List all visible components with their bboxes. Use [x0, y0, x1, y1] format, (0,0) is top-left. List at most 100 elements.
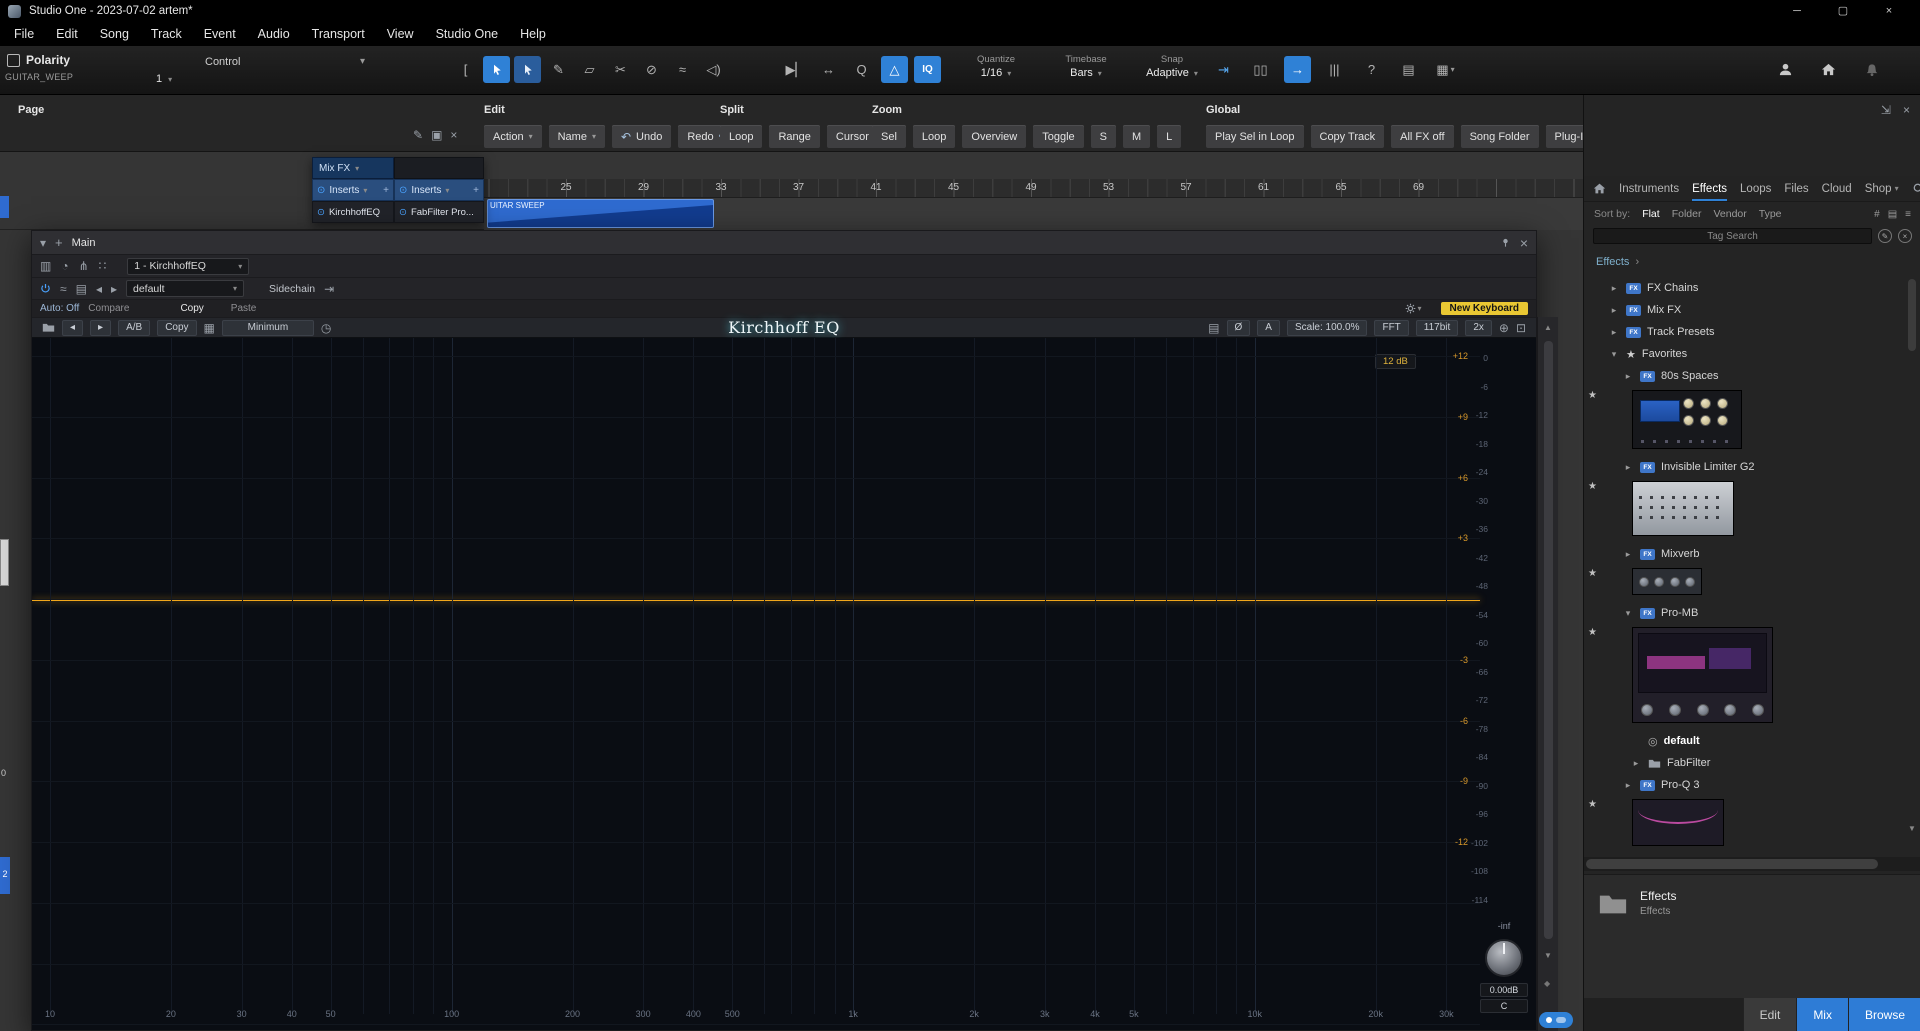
help-icon[interactable]: ? [1358, 56, 1385, 83]
play-sel-in-loop-button[interactable]: Play Sel in Loop [1206, 125, 1304, 148]
mute-tool[interactable]: ⊘ [638, 56, 665, 83]
expand-arrow-icon[interactable]: ▸ [1608, 327, 1620, 338]
plugin-power-icon[interactable] [40, 283, 51, 294]
arrow-tool[interactable] [483, 56, 510, 83]
collapse-arrow-icon[interactable]: ▾ [1608, 349, 1620, 360]
preset-folder-icon[interactable] [42, 321, 55, 334]
sort-flat[interactable]: Flat [1642, 208, 1660, 220]
action-button[interactable]: Action ▾ [484, 125, 542, 148]
favorite-star-icon[interactable]: ★ [1588, 568, 1602, 580]
cursor-button[interactable]: Cursor [826, 125, 878, 148]
prev-state-button[interactable]: ◂ [62, 319, 84, 336]
menu-track[interactable]: Track [151, 27, 182, 41]
close-icon[interactable]: × [450, 128, 457, 142]
timebase-control[interactable]: Timebase Bars ▾ [1042, 54, 1130, 79]
auto-mode-button[interactable]: Auto: Off [40, 303, 79, 314]
settings-gear-icon[interactable]: ▾ [1405, 303, 1422, 314]
layout-grid-icon[interactable]: ▥ [40, 259, 51, 273]
preset-selector[interactable]: default ▾ [126, 280, 244, 297]
snap-control[interactable]: Snap Adaptive ▾ [1128, 54, 1216, 79]
output-gain-knob[interactable] [1485, 939, 1523, 977]
add-insert-icon[interactable]: + [473, 185, 479, 196]
track-lane[interactable]: UITAR SWEEP [484, 198, 1583, 230]
tree-item-pro-q-3[interactable]: ▸ FX Pro-Q 3 [1584, 774, 1906, 796]
control-dropdown-arrow-icon[interactable]: ▾ [360, 56, 365, 67]
thumbnail-mixverb[interactable] [1632, 568, 1702, 595]
snap-cursor-icon[interactable]: ⇥ [1210, 56, 1237, 83]
mixfx-header[interactable]: Mix FX ▾ [312, 157, 394, 179]
eq-display[interactable]: 12 dB -inf 0.00dB C 10 20 30 40 50 100 200 300 4… [32, 338, 1536, 1030]
thumbnail-invisible-limiter-g2[interactable] [1632, 481, 1734, 536]
paste-button[interactable]: Paste [231, 303, 257, 314]
sort-vendor[interactable]: Vendor [1713, 208, 1746, 220]
insert-slot-fabfilter[interactable]: ⊙ FabFilter Pro... [394, 201, 484, 223]
web-settings-icon[interactable]: ⊕ [1499, 321, 1509, 335]
tree-item-mixverb[interactable]: ▸ FX Mixverb [1584, 543, 1906, 565]
zoom-toggle-pill[interactable] [1539, 1012, 1573, 1028]
scroll-up-icon[interactable]: ▲ [1544, 323, 1552, 332]
menu-audio[interactable]: Audio [258, 27, 290, 41]
tab-instruments[interactable]: Instruments [1619, 176, 1679, 201]
analyzer-list-icon[interactable]: ▤ [1208, 321, 1219, 335]
inserts-header-2[interactable]: ⊙ Inserts ▾ + [394, 179, 484, 201]
fullscreen-icon[interactable]: ⊡ [1516, 321, 1526, 335]
next-state-button[interactable]: ▸ [90, 319, 112, 336]
close-panel-icon[interactable]: × [1903, 103, 1910, 117]
copy-ab-button[interactable]: Copy [157, 319, 197, 336]
scrollbar-thumb[interactable] [1544, 341, 1553, 939]
tree-item-track-presets[interactable]: ▸ FX Track Presets [1584, 321, 1906, 343]
maximize-button[interactable]: ▢ [1820, 0, 1866, 22]
menu-song[interactable]: Song [100, 27, 129, 41]
inserts-header-1[interactable]: ⊙ Inserts ▾ + [312, 179, 394, 201]
breadcrumb-label[interactable]: Effects [1596, 256, 1629, 268]
tab-files[interactable]: Files [1784, 176, 1808, 201]
browser-vscrollbar[interactable]: ▼ [1908, 279, 1916, 839]
editor-scrollbar[interactable]: ▲ ▼ ◆ [1537, 317, 1558, 1031]
sort-folder[interactable]: Folder [1672, 208, 1702, 220]
history-icon[interactable]: ◔ [61, 259, 68, 273]
m-button[interactable]: M [1123, 125, 1151, 148]
song-folder-button[interactable]: Song Folder [1460, 125, 1539, 148]
minimize-button[interactable]: ─ [1774, 0, 1820, 22]
sidechain-button[interactable]: Sidechain [269, 283, 315, 295]
expand-arrow-icon[interactable]: ▸ [1622, 462, 1634, 473]
browser-search-icon[interactable] [1912, 182, 1920, 195]
smart-range-tool[interactable] [514, 56, 541, 83]
workspace-tab-mix[interactable]: Mix [1796, 998, 1848, 1031]
paint-tool[interactable]: ✎ [545, 56, 572, 83]
favorite-star-icon[interactable]: ★ [1588, 481, 1602, 493]
plugin-power-icon[interactable]: ⊙ [399, 207, 407, 218]
range-button[interactable]: Range [769, 125, 820, 148]
add-tab-icon[interactable]: + [55, 235, 63, 250]
control-value-selector[interactable]: 1 ▾ [156, 73, 172, 85]
menu-file[interactable]: File [14, 27, 34, 41]
output-pan-value[interactable]: C [1480, 999, 1528, 1013]
grid-dots-icon[interactable]: ∷ [99, 259, 107, 273]
prev-preset-icon[interactable]: ◂ [96, 282, 102, 296]
latency-clock-icon[interactable]: ◷ [321, 321, 331, 335]
loop-button[interactable]: Loop [912, 125, 956, 148]
expand-arrow-icon[interactable]: ▸ [1608, 305, 1620, 316]
copy-button[interactable]: Copy [180, 303, 203, 314]
close-button[interactable]: × [1866, 0, 1912, 22]
clear-search-icon[interactable]: × [1898, 229, 1912, 243]
copy-track-button[interactable]: Copy Track [1310, 125, 1385, 148]
next-preset-icon[interactable]: ▸ [111, 282, 117, 296]
edit-tags-icon[interactable]: ✎ [1878, 229, 1892, 243]
phase-invert-button[interactable]: Ø [1226, 319, 1251, 336]
piano-display-icon[interactable]: ▦ [204, 321, 215, 335]
menu-help[interactable]: Help [520, 27, 546, 41]
tree-item-80s-spaces[interactable]: ▸ FX 80s Spaces [1584, 365, 1906, 387]
compare-button[interactable]: Compare [88, 303, 129, 314]
favorite-star-icon[interactable]: ★ [1588, 799, 1602, 811]
thumbnail-pro-q-3[interactable] [1632, 799, 1724, 846]
bit-depth-button[interactable]: 117bit [1415, 319, 1459, 336]
bypass-curve-icon[interactable]: ≈ [60, 282, 67, 296]
tab-cloud[interactable]: Cloud [1822, 176, 1852, 201]
thumbnail-pro-mb[interactable] [1632, 627, 1773, 723]
macro-grid-icon[interactable]: ▦ ▾ [1432, 56, 1459, 83]
menu-event[interactable]: Event [204, 27, 236, 41]
bend-tool[interactable]: ≈ [669, 56, 696, 83]
audio-region[interactable]: UITAR SWEEP [487, 199, 714, 228]
menu-transport[interactable]: Transport [312, 27, 365, 41]
